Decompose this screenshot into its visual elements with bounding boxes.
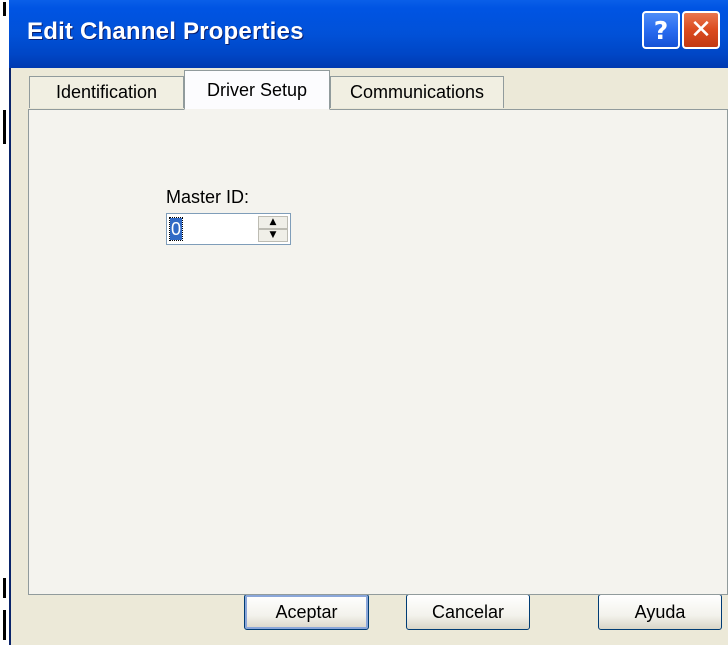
window-title: Edit Channel Properties [27, 18, 304, 45]
dialog-body: Identification Driver Setup Communicatio… [9, 68, 728, 645]
ok-button[interactable]: Aceptar [244, 594, 369, 630]
spin-down-button[interactable]: ▼ [258, 229, 288, 242]
help-button[interactable]: ? [642, 11, 680, 49]
master-id-input[interactable]: 0 [168, 217, 184, 241]
driver-setup-panel: Master ID: 0 ▲ ▼ [28, 109, 728, 595]
help-dialog-button[interactable]: Ayuda [598, 594, 722, 630]
master-id-label: Master ID: [166, 187, 250, 207]
tab-driver-setup[interactable]: Driver Setup [184, 70, 330, 110]
arrow-up-icon: ▲ [269, 217, 277, 227]
dialog-window: Edit Channel Properties ? ✕ Identificati… [9, 0, 728, 645]
desktop-edge [0, 0, 9, 645]
cancel-button[interactable]: Cancelar [406, 594, 530, 630]
question-icon: ? [653, 15, 669, 45]
close-icon: ✕ [690, 15, 712, 45]
edge-mark [3, 2, 6, 16]
master-id-stepper[interactable]: 0 ▲ ▼ [166, 213, 291, 245]
tab-identification[interactable]: Identification [29, 76, 184, 108]
spin-up-button[interactable]: ▲ [258, 216, 288, 229]
title-bar[interactable]: Edit Channel Properties ? ✕ [9, 0, 728, 68]
spin-buttons: ▲ ▼ [258, 216, 288, 242]
edge-mark [3, 110, 6, 144]
edge-mark [3, 610, 6, 640]
edge-mark [3, 578, 6, 598]
tab-communications[interactable]: Communications [330, 76, 504, 108]
arrow-down-icon: ▼ [269, 230, 277, 240]
close-button[interactable]: ✕ [682, 11, 720, 49]
